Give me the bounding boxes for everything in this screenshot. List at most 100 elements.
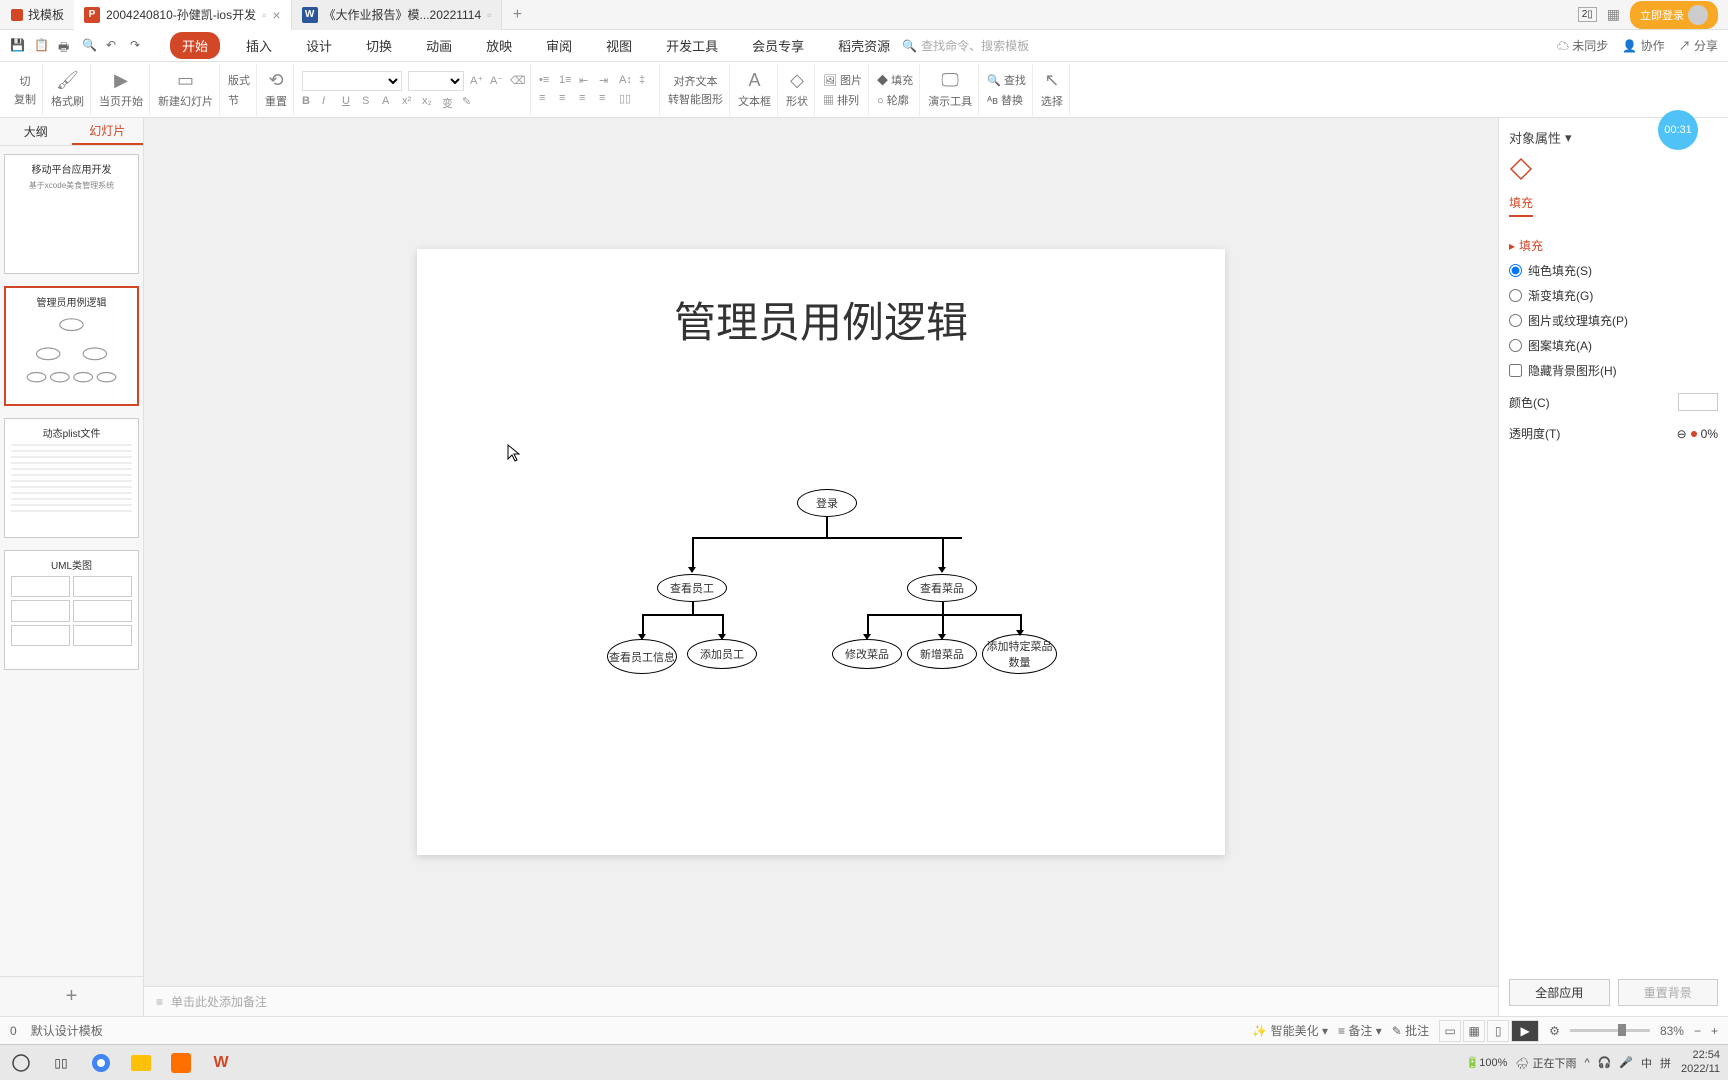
- preview-icon[interactable]: 🔍: [82, 38, 98, 54]
- zoom-slider[interactable]: [1570, 1029, 1650, 1032]
- slide-thumbnails[interactable]: 移动平台应用开发 基于xcode美食管理系统 管理员用例逻辑 动态plist文件: [0, 146, 143, 976]
- image-button[interactable]: 🖼 图片: [823, 72, 862, 88]
- tab-member[interactable]: 会员专享: [744, 32, 812, 59]
- document-tab-inactive[interactable]: W 《大作业报告》模...20221114 ▫: [292, 0, 503, 30]
- zoom-value[interactable]: 83%: [1660, 1024, 1684, 1038]
- tab-start[interactable]: 开始: [170, 32, 220, 59]
- zoom-dec-icon[interactable]: −: [1694, 1024, 1701, 1038]
- zoom-inc-icon[interactable]: +: [1711, 1024, 1718, 1038]
- recording-timer[interactable]: 00:31: [1658, 110, 1698, 150]
- tab-slideshow[interactable]: 放映: [478, 32, 520, 59]
- increase-font-icon[interactable]: A⁺: [470, 74, 484, 88]
- tab-design[interactable]: 设计: [298, 32, 340, 59]
- slide-canvas[interactable]: 管理员用例逻辑 登录 查看员工 查看菜品 查看员工信息 添加员工 修改菜品 新增…: [417, 249, 1225, 855]
- slide-thumbnail-active[interactable]: 管理员用例逻辑: [4, 286, 139, 406]
- mic-icon[interactable]: 🎤: [1619, 1056, 1633, 1069]
- text-dir-icon[interactable]: A↕: [619, 74, 633, 88]
- apps-icon[interactable]: ▦: [1607, 6, 1620, 23]
- picture-fill-option[interactable]: 图片或纹理填充(P): [1509, 312, 1718, 329]
- italic-icon[interactable]: I: [322, 95, 336, 109]
- justify-icon[interactable]: ≡: [599, 92, 613, 106]
- undo-icon[interactable]: ↶: [106, 38, 122, 54]
- login-button[interactable]: 立即登录: [1630, 1, 1718, 29]
- redo-icon[interactable]: ↷: [130, 38, 146, 54]
- ime-pin-icon[interactable]: 拼: [1660, 1055, 1671, 1071]
- find-template-button[interactable]: 找模板: [0, 0, 74, 30]
- add-slide-button[interactable]: +: [0, 976, 143, 1016]
- align-left-icon[interactable]: ≡: [539, 92, 553, 106]
- settings-icon[interactable]: ⚙: [1549, 1024, 1560, 1038]
- opacity-dec-icon[interactable]: ⊖: [1677, 427, 1687, 441]
- pattern-fill-option[interactable]: 图案填充(A): [1509, 337, 1718, 354]
- font-color-icon[interactable]: A: [382, 95, 396, 109]
- color-picker[interactable]: [1678, 393, 1718, 411]
- font-size-select[interactable]: [408, 71, 464, 91]
- fill-button[interactable]: ◆ 填充: [877, 72, 913, 88]
- slideshow-button[interactable]: ▶: [1511, 1020, 1539, 1042]
- font-family-select[interactable]: [302, 71, 402, 91]
- command-search[interactable]: 🔍 查找命令、搜索模板: [902, 37, 1029, 54]
- pinyin-icon[interactable]: 变: [442, 95, 456, 109]
- reset-button[interactable]: ⟲ 重置: [259, 64, 294, 116]
- tab-transition[interactable]: 切换: [358, 32, 400, 59]
- indent-inc-icon[interactable]: ⇥: [599, 74, 613, 88]
- sorter-view-icon[interactable]: ▦: [1463, 1020, 1485, 1042]
- add-tab-button[interactable]: +: [502, 6, 532, 24]
- numbering-icon[interactable]: 1≡: [559, 74, 573, 88]
- tab-devtools[interactable]: 开发工具: [658, 32, 726, 59]
- new-slide-group[interactable]: ▭ 新建幻灯片: [152, 64, 220, 116]
- normal-view-icon[interactable]: ▭: [1439, 1020, 1461, 1042]
- ime-zh-icon[interactable]: 中: [1641, 1055, 1652, 1071]
- align-center-icon[interactable]: ≡: [559, 92, 573, 106]
- notes-toggle[interactable]: ≡ 备注 ▾: [1338, 1022, 1382, 1039]
- tab-review[interactable]: 审阅: [538, 32, 580, 59]
- slides-tab[interactable]: 幻灯片: [72, 118, 144, 145]
- display-mode-icon[interactable]: 2▯: [1578, 7, 1597, 22]
- line-spacing-icon[interactable]: ‡: [639, 74, 653, 88]
- align-text-button[interactable]: 对齐文本: [674, 73, 718, 89]
- slide-thumbnail[interactable]: 移动平台应用开发 基于xcode美食管理系统: [4, 154, 139, 274]
- layout-button[interactable]: 版式: [228, 72, 250, 88]
- task-view-icon[interactable]: ▯▯: [48, 1050, 74, 1076]
- bold-icon[interactable]: B: [302, 95, 316, 109]
- fill-shape-icon[interactable]: [1509, 157, 1533, 181]
- shape-button[interactable]: ◇形状: [780, 64, 815, 116]
- explorer-icon[interactable]: [128, 1050, 154, 1076]
- reading-view-icon[interactable]: ▯: [1487, 1020, 1509, 1042]
- copy-button[interactable]: 复制: [14, 91, 36, 107]
- subscript-icon[interactable]: x₂: [422, 95, 436, 109]
- tab-resources[interactable]: 稻壳资源: [830, 32, 898, 59]
- gradient-fill-option[interactable]: 渐变填充(G): [1509, 287, 1718, 304]
- replace-button[interactable]: ᴬʙ 替换: [987, 92, 1026, 108]
- superscript-icon[interactable]: x²: [402, 95, 416, 109]
- decrease-font-icon[interactable]: A⁻: [490, 74, 504, 88]
- strike-icon[interactable]: S: [362, 95, 376, 109]
- columns-icon[interactable]: ▯▯: [619, 92, 633, 106]
- cut-button[interactable]: 切: [20, 73, 31, 89]
- print-icon[interactable]: 🖶: [58, 38, 74, 54]
- tab-window-icon[interactable]: ▫: [487, 8, 491, 22]
- slide-thumbnail[interactable]: 动态plist文件: [4, 418, 139, 538]
- format-painter-group[interactable]: 🖌 格式刷: [45, 64, 91, 116]
- vm-icon[interactable]: [168, 1050, 194, 1076]
- battery-icon[interactable]: 🔋100%: [1466, 1056, 1508, 1069]
- underline-icon[interactable]: U: [342, 95, 356, 109]
- find-button[interactable]: 🔍 查找: [987, 72, 1026, 88]
- slide-thumbnail[interactable]: UML类图: [4, 550, 139, 670]
- indent-dec-icon[interactable]: ⇤: [579, 74, 593, 88]
- fill-section-header[interactable]: ▸填充: [1509, 237, 1718, 254]
- save-icon[interactable]: 💾: [10, 38, 26, 54]
- notes-pane[interactable]: ≡ 单击此处添加备注: [144, 986, 1498, 1016]
- smart-beautify-button[interactable]: ✨ 智能美化 ▾: [1252, 1022, 1328, 1039]
- start-button[interactable]: [8, 1050, 34, 1076]
- sync-status[interactable]: ☁ 未同步: [1557, 37, 1608, 54]
- tab-view[interactable]: 视图: [598, 32, 640, 59]
- document-tab-active[interactable]: P 2004240810-孙健凯-ios开发 ▫ ×: [74, 0, 292, 30]
- select-button[interactable]: ↖选择: [1035, 64, 1070, 116]
- tab-window-icon[interactable]: ▫: [262, 8, 266, 22]
- bullets-icon[interactable]: •≡: [539, 74, 553, 88]
- wps-icon[interactable]: W: [208, 1050, 234, 1076]
- hide-bg-option[interactable]: 隐藏背景图形(H): [1509, 362, 1718, 379]
- comments-toggle[interactable]: ✎ 批注: [1392, 1022, 1429, 1039]
- coop-button[interactable]: 👤 协作: [1622, 37, 1664, 54]
